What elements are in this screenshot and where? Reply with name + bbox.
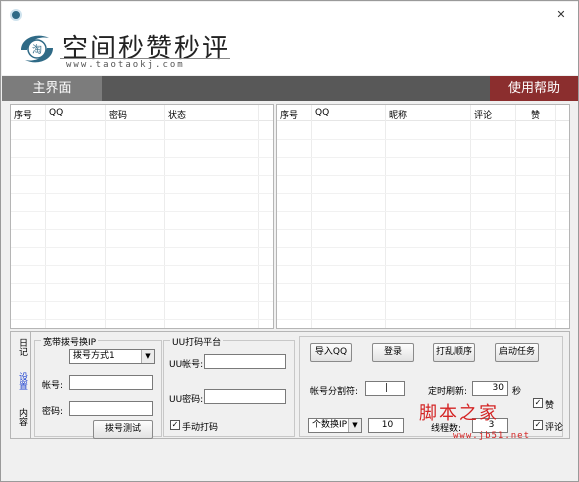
captcha-group: UU打码平台 UU帐号: UU密码: ✓ 手动打码 bbox=[163, 335, 295, 437]
chevron-down-icon[interactable]: ▼ bbox=[348, 419, 361, 432]
row-divider bbox=[277, 247, 569, 248]
dial-password-input[interactable] bbox=[69, 401, 153, 416]
row-divider bbox=[11, 193, 273, 194]
row-divider bbox=[11, 247, 273, 248]
column-header: 状态 bbox=[168, 111, 187, 121]
account-table-header: 序号 QQ 密码 状态 bbox=[11, 105, 273, 121]
row-divider bbox=[277, 211, 569, 212]
comment-checkbox[interactable]: ✓ bbox=[533, 420, 543, 430]
side-tab-diary[interactable]: 日记 bbox=[13, 338, 27, 356]
column-header: QQ bbox=[49, 108, 64, 118]
row-divider bbox=[277, 319, 569, 320]
tab-main[interactable]: 主界面 bbox=[2, 76, 102, 101]
uu-account-label: UU帐号: bbox=[169, 360, 204, 370]
side-tabs: 日记 设置 内容 bbox=[11, 332, 31, 438]
login-button[interactable]: 登录 bbox=[372, 343, 414, 362]
close-button[interactable]: ✕ bbox=[554, 8, 568, 22]
row-divider bbox=[11, 265, 273, 266]
row-divider bbox=[277, 193, 569, 194]
refresh-unit-label: 秒 bbox=[512, 387, 522, 397]
uu-account-input[interactable] bbox=[204, 354, 286, 369]
row-divider bbox=[277, 229, 569, 230]
watermark-url: www.jb51.net bbox=[453, 431, 531, 441]
start-task-button[interactable]: 启动任务 bbox=[495, 343, 539, 362]
column-header: 评论 bbox=[474, 111, 493, 121]
row-divider bbox=[277, 301, 569, 302]
row-divider bbox=[277, 175, 569, 176]
row-divider bbox=[11, 229, 273, 230]
row-divider bbox=[11, 211, 273, 212]
separator-label: 帐号分割符: bbox=[310, 387, 359, 397]
column-header: 昵称 bbox=[389, 111, 408, 121]
refresh-input[interactable]: 30 bbox=[472, 381, 508, 396]
column-header: 赞 bbox=[531, 111, 541, 121]
main-window: ✕ 淘 空间秒赞秒评 www.taotaokj.com 主界面 使用帮助 序号 … bbox=[0, 0, 579, 482]
switch-mode-value: 个数换IP bbox=[312, 420, 348, 430]
chevron-down-icon[interactable]: ▼ bbox=[141, 350, 154, 363]
row-divider bbox=[11, 175, 273, 176]
uu-password-input[interactable] bbox=[204, 389, 286, 404]
comment-label: 评论 bbox=[545, 423, 564, 433]
row-divider bbox=[277, 283, 569, 284]
row-divider bbox=[11, 157, 273, 158]
watermark-text: 脚本之家 bbox=[419, 403, 499, 424]
column-header: QQ bbox=[315, 108, 330, 118]
manual-captcha-label: 手动打码 bbox=[182, 423, 219, 433]
row-divider bbox=[277, 265, 569, 266]
like-checkbox[interactable]: ✓ bbox=[533, 398, 543, 408]
dial-test-button[interactable]: 拨号测试 bbox=[93, 420, 153, 439]
row-divider bbox=[277, 139, 569, 140]
result-table[interactable]: 序号 QQ 昵称 评论 赞 bbox=[276, 104, 570, 329]
captcha-legend: UU打码平台 bbox=[170, 335, 224, 348]
logo-emblem-char: 淘 bbox=[32, 43, 42, 56]
broadband-legend: 宽带拨号换IP bbox=[41, 335, 99, 348]
dial-account-input[interactable] bbox=[69, 375, 153, 390]
account-label: 帐号: bbox=[42, 381, 64, 391]
row-divider bbox=[11, 283, 273, 284]
header: ✕ 淘 空间秒赞秒评 www.taotaokj.com bbox=[2, 2, 578, 75]
tab-help[interactable]: 使用帮助 bbox=[490, 76, 578, 101]
shuffle-button[interactable]: 打乱顺序 bbox=[433, 343, 475, 362]
app-icon bbox=[10, 9, 22, 21]
switch-count-input[interactable]: 10 bbox=[368, 418, 404, 433]
manual-captcha-checkbox[interactable]: ✓ bbox=[170, 420, 180, 430]
uu-password-label: UU密码: bbox=[169, 395, 204, 405]
like-label: 赞 bbox=[545, 401, 555, 411]
account-table[interactable]: 序号 QQ 密码 状态 bbox=[10, 104, 274, 329]
column-header: 序号 bbox=[280, 111, 299, 121]
nav-bar: 主界面 使用帮助 bbox=[2, 76, 578, 101]
logo-divider bbox=[60, 58, 230, 59]
dial-mode-select[interactable]: 拨号方式1 ▼ bbox=[69, 349, 155, 364]
refresh-label: 定时刷新: bbox=[428, 387, 468, 397]
import-qq-button[interactable]: 导入QQ bbox=[310, 343, 352, 362]
broadband-group: 宽带拨号换IP 拨号方式1 ▼ 帐号: 密码: 拨号测试 bbox=[34, 335, 162, 439]
row-divider bbox=[11, 319, 273, 320]
password-label: 密码: bbox=[42, 407, 64, 417]
app-url: www.taotaokj.com bbox=[66, 60, 185, 70]
row-divider bbox=[11, 301, 273, 302]
result-table-header: 序号 QQ 昵称 评论 赞 bbox=[277, 105, 569, 121]
column-header: 密码 bbox=[109, 111, 128, 121]
row-divider bbox=[11, 139, 273, 140]
side-tab-settings[interactable]: 设置 bbox=[13, 372, 27, 390]
column-header: 序号 bbox=[14, 111, 33, 121]
dial-mode-value: 拨号方式1 bbox=[73, 351, 115, 361]
row-divider bbox=[277, 157, 569, 158]
separator-input[interactable]: | bbox=[365, 381, 405, 396]
switch-mode-select[interactable]: 个数换IP ▼ bbox=[308, 418, 362, 433]
side-tab-content[interactable]: 内容 bbox=[13, 408, 27, 426]
logo-emblem-icon: 淘 bbox=[21, 35, 53, 63]
